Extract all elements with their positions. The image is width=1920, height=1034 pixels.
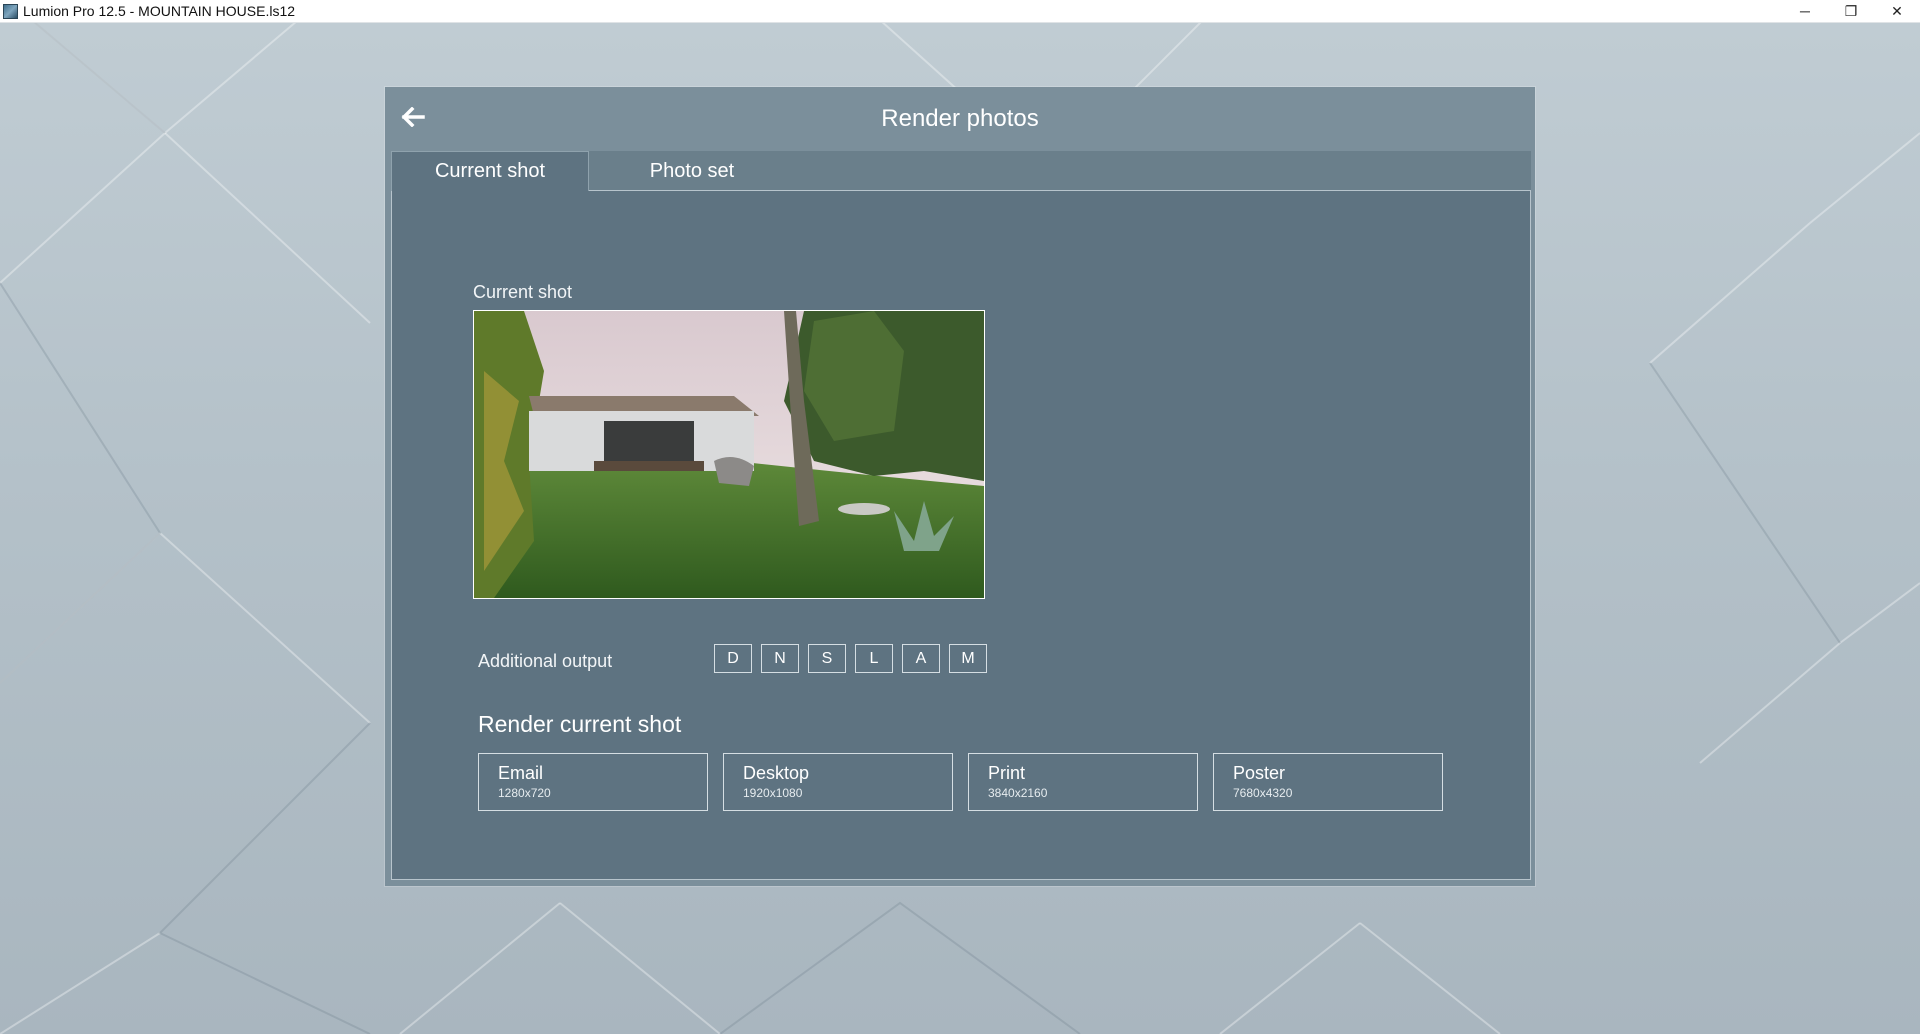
minimize-button[interactable]: ─ [1782,0,1828,22]
tab-current-shot[interactable]: Current shot [391,151,589,191]
tab-bar: Current shot Photo set [391,151,1531,191]
output-m-button[interactable]: M [949,644,987,673]
tab-photo-set[interactable]: Photo set [589,151,795,191]
render-email-resolution: 1280x720 [498,786,551,800]
additional-output-label: Additional output [478,651,613,671]
tab-content-current-shot: Current shot Additional output D N S L A… [391,191,1531,880]
render-print-label: Print [988,763,1026,783]
render-print-resolution: 3840x2160 [988,786,1048,800]
output-n-button[interactable]: N [761,644,799,673]
render-print-button[interactable]: Print 3840x2160 [968,753,1198,811]
render-current-shot-heading: Render current shot [478,711,682,737]
window-controls: ─ ❐ ✕ [1782,0,1920,22]
render-poster-button[interactable]: Poster 7680x4320 [1213,753,1443,811]
output-d-button[interactable]: D [714,644,752,673]
render-email-button[interactable]: Email 1280x720 [478,753,708,811]
render-poster-resolution: 7680x4320 [1233,786,1293,800]
render-photos-dialog: Render photos Current shot Photo set Cur… [385,87,1535,886]
render-desktop-label: Desktop [743,763,810,783]
render-poster-label: Poster [1233,763,1286,783]
additional-output-buttons: D N S L A M [714,644,996,673]
window-titlebar: Lumion Pro 12.5 - MOUNTAIN HOUSE.ls12 ─ … [0,0,1920,23]
render-email-label: Email [498,763,544,783]
output-s-button[interactable]: S [808,644,846,673]
current-shot-label: Current shot [473,282,573,302]
lumion-app-icon [3,3,18,19]
render-desktop-resolution: 1920x1080 [743,786,803,800]
dialog-title: Render photos [881,105,1039,132]
window-title: Lumion Pro 12.5 - MOUNTAIN HOUSE.ls12 [23,3,296,19]
output-l-button[interactable]: L [855,644,893,673]
render-desktop-button[interactable]: Desktop 1920x1080 [723,753,953,811]
output-a-button[interactable]: A [902,644,940,673]
current-shot-preview [473,310,985,599]
preview-scene-image [474,311,984,598]
render-preset-buttons: Email 1280x720 Desktop 1920x1080 Print 3… [478,753,1458,811]
close-button[interactable]: ✕ [1874,0,1920,22]
restore-button[interactable]: ❐ [1828,0,1874,22]
